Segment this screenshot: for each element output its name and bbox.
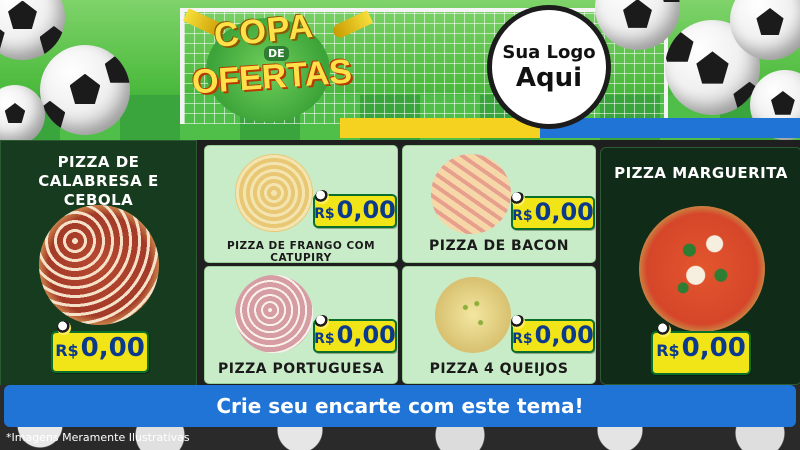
product-tile-portuguesa: R$ 0,00 PIZZA PORTUGUESA [204, 266, 398, 384]
disclaimer-text: *Imagens Meramente Ilustrativas [6, 431, 190, 444]
featured-title: PIZZA MARGUERITA [614, 164, 788, 182]
pizza-image [435, 277, 511, 353]
currency-symbol: R$ [55, 341, 79, 360]
ball-icon [315, 190, 329, 204]
price-value: 0,00 [681, 333, 746, 363]
product-name: PIZZA DE FRANGO COM CATUPIRY [226, 240, 376, 263]
price-value: 0,00 [336, 321, 396, 349]
featured-card-marguerita: PIZZA MARGUERITA R$ 0,00 [600, 147, 800, 385]
trumpet-icon [330, 10, 374, 40]
currency-symbol: R$ [512, 208, 533, 224]
soccer-ball-icon [0, 0, 65, 60]
pizza-image [639, 206, 765, 332]
ball-icon [57, 321, 71, 335]
pizza-image [235, 154, 313, 232]
currency-symbol: R$ [314, 331, 335, 347]
pizza-image [431, 154, 511, 234]
featured-card-calabresa: PIZZA DE CALABRESA E CEBOLA R$ 0,00 [0, 140, 197, 386]
ball-icon [511, 315, 525, 329]
badge-line-1: Sua Logo [502, 41, 596, 63]
ball-icon [511, 192, 525, 206]
price-value: 0,00 [534, 198, 594, 226]
pizza-image [235, 275, 313, 353]
badge-line-2: Aqui [515, 62, 583, 93]
currency-symbol: R$ [656, 341, 680, 360]
copa-ofertas-logo: COPA DE OFERTAS [182, 6, 374, 124]
product-tile-frango: R$ 0,00 PIZZA DE FRANGO COM CATUPIRY [204, 145, 398, 263]
ball-icon [657, 323, 671, 337]
cta-banner[interactable]: Crie seu encarte com este tema! [4, 385, 796, 427]
soccer-ball-icon [40, 45, 130, 135]
pizza-image [39, 205, 159, 325]
price-value: 0,00 [80, 333, 145, 363]
cta-text: Crie seu encarte com este tema! [216, 394, 584, 418]
brand-logo-placeholder: Sua Logo Aqui [487, 5, 611, 129]
product-tile-queijos: R$ 0,00 PIZZA 4 QUEIJOS [402, 266, 596, 384]
product-name: PIZZA 4 QUEIJOS [429, 361, 569, 377]
product-tile-bacon: R$ 0,00 PIZZA DE BACON [402, 145, 596, 263]
product-name: PIZZA DE BACON [429, 238, 569, 254]
featured-title: PIZZA DE CALABRESA E CEBOLA [38, 153, 159, 209]
price-value: 0,00 [534, 321, 594, 349]
price-tag: R$ 0,00 [51, 331, 149, 373]
currency-symbol: R$ [512, 331, 533, 347]
currency-symbol: R$ [314, 206, 335, 222]
price-tag: R$ 0,00 [651, 331, 751, 375]
ball-icon [315, 315, 329, 329]
product-name: PIZZA PORTUGUESA [217, 361, 385, 377]
price-value: 0,00 [336, 196, 396, 224]
